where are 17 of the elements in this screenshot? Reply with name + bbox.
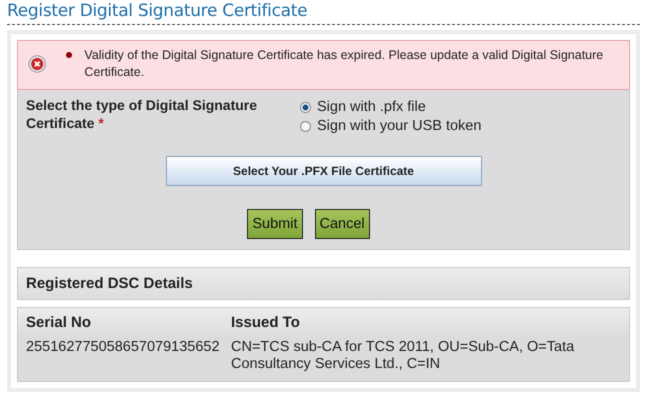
radio-icon[interactable] [300, 120, 311, 132]
bullet-icon [66, 52, 72, 58]
section-header: Registered DSC Details [17, 267, 630, 300]
select-file-button[interactable]: Select Your .PFX File Certificate [166, 156, 482, 186]
page-title: Register Digital Signature Certificate [7, 1, 308, 21]
field-label: Select the type of Digital Signature Certificate * [26, 96, 258, 133]
table-cell-text: 255162775058657079135652 [26, 339, 221, 357]
table-cell-text: CN=TCS sub-CA for TCS 2011, OU=Sub-CA, O=Tata Consultancy Services Ltd., C=IN [231, 339, 576, 373]
radio-icon[interactable] [300, 102, 311, 112]
radio-option[interactable]: Sign with your USB token [300, 118, 482, 134]
error-text: Validity of the Digital Signature Certificate has expired. Please update a valid Digital Signature Certificate. [84, 47, 604, 81]
error-icon [28, 54, 46, 74]
radio-option[interactable]: Sign with .pfx file [300, 99, 482, 115]
column-header: Serial No [26, 314, 92, 331]
column-header: Issued To [231, 314, 301, 331]
form-button[interactable]: Cancel [314, 209, 370, 239]
form-button[interactable]: Submit [247, 209, 302, 239]
